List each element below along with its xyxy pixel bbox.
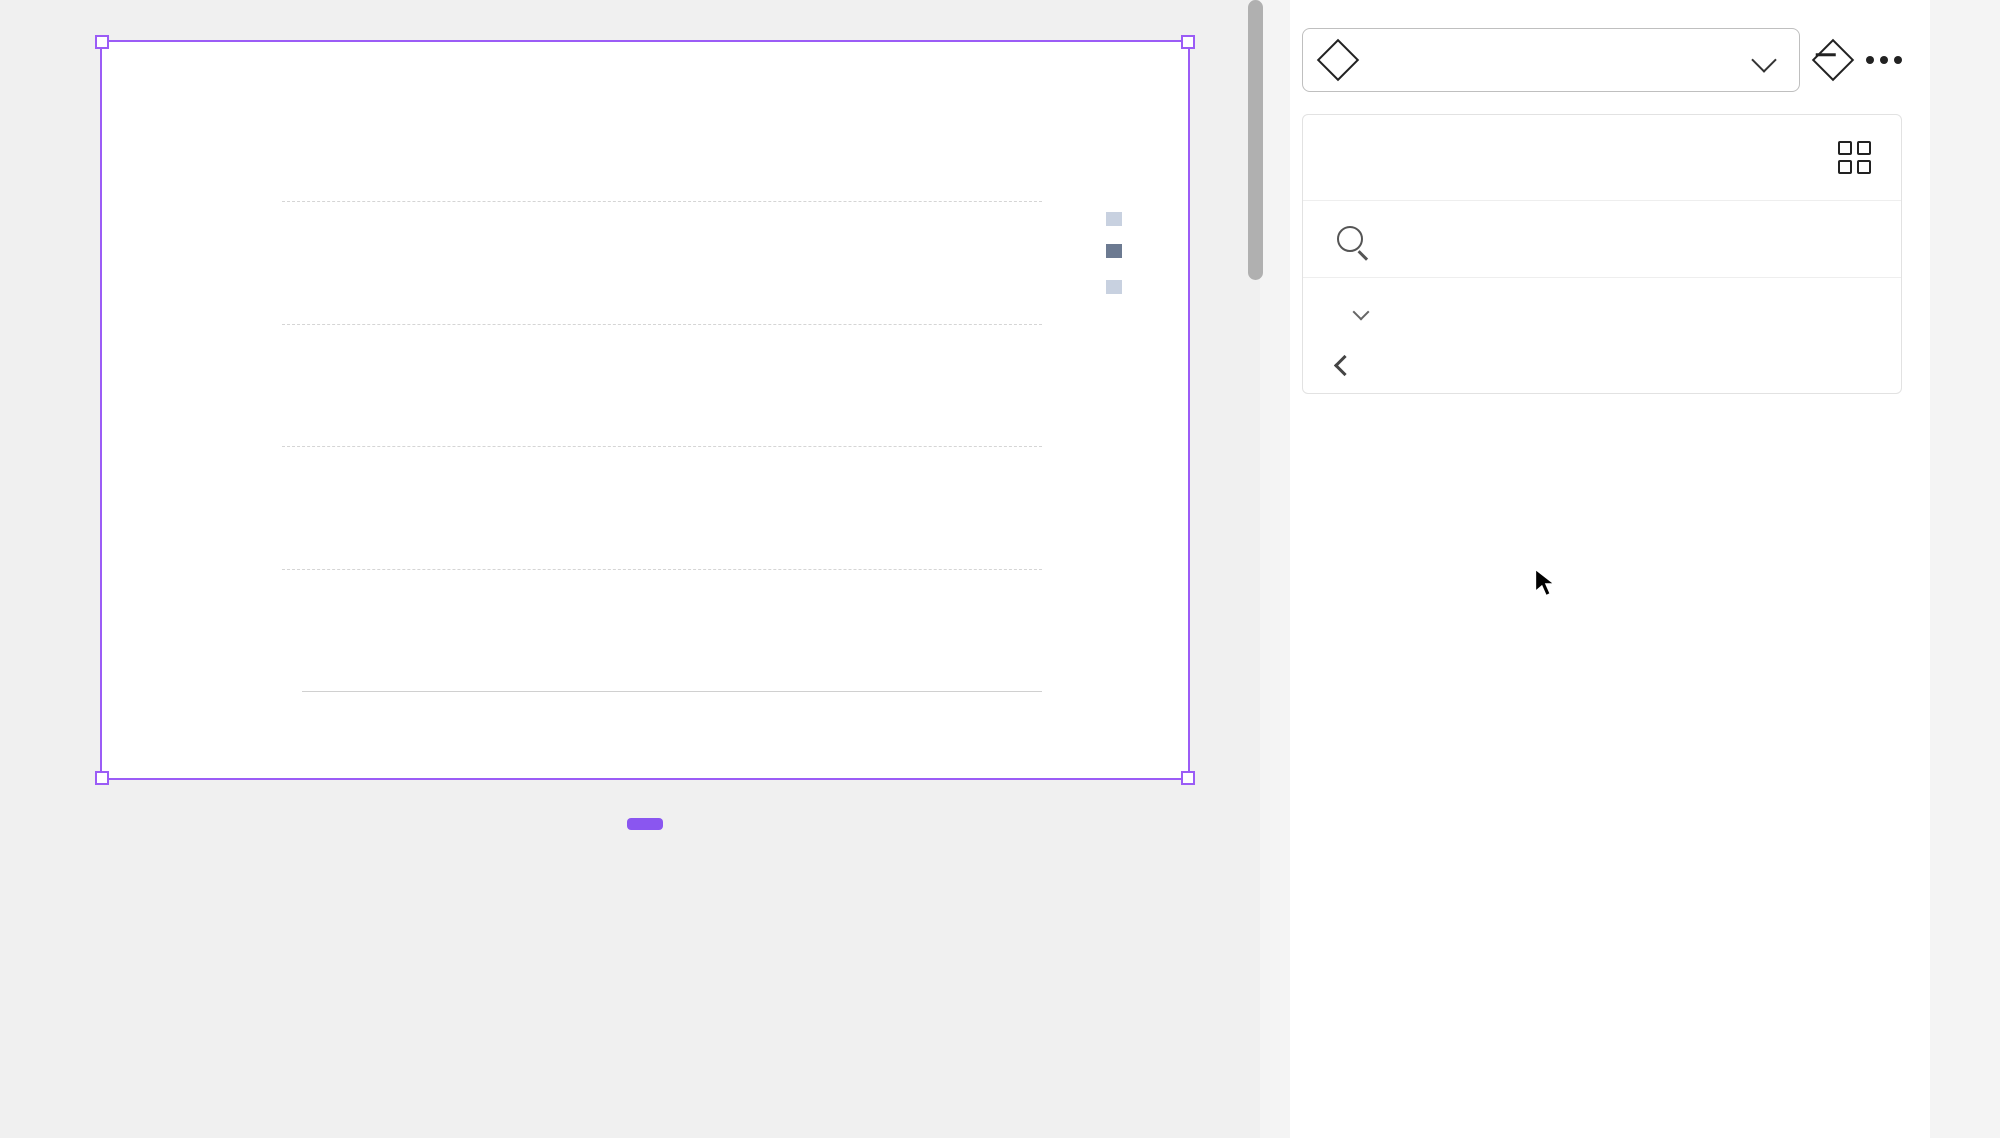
- resize-handle-tr[interactable]: [1181, 35, 1195, 49]
- more-options-icon[interactable]: [1866, 56, 1902, 64]
- chart-line-series: [302, 202, 1042, 692]
- search-input[interactable]: [1381, 223, 1871, 255]
- chevron-down-icon: [1751, 47, 1776, 72]
- resize-handle-tl[interactable]: [95, 35, 109, 49]
- properties-panel: [1290, 0, 1930, 1138]
- component-instance-dropdown[interactable]: [1302, 28, 1800, 92]
- go-to-main-component-icon[interactable]: [1812, 39, 1854, 81]
- resize-handle-bl[interactable]: [95, 771, 109, 785]
- grid-view-icon[interactable]: [1838, 141, 1871, 174]
- chevron-left-icon: [1334, 355, 1355, 376]
- swap-instance-panel: [1302, 114, 1902, 394]
- chevron-down-icon: [1353, 304, 1370, 321]
- category-back-button[interactable]: [1303, 330, 1901, 393]
- chart-legend: [1106, 202, 1130, 302]
- search-icon: [1337, 226, 1363, 252]
- canvas-scrollbar[interactable]: [1248, 0, 1263, 280]
- component-icon: [1317, 39, 1359, 81]
- library-dropdown[interactable]: [1303, 278, 1901, 330]
- chart-plot-area: [302, 202, 1042, 692]
- resize-handle-br[interactable]: [1181, 771, 1195, 785]
- selected-component-frame[interactable]: [100, 40, 1190, 780]
- selection-size-badge: [627, 818, 663, 830]
- design-canvas[interactable]: [0, 0, 1260, 1138]
